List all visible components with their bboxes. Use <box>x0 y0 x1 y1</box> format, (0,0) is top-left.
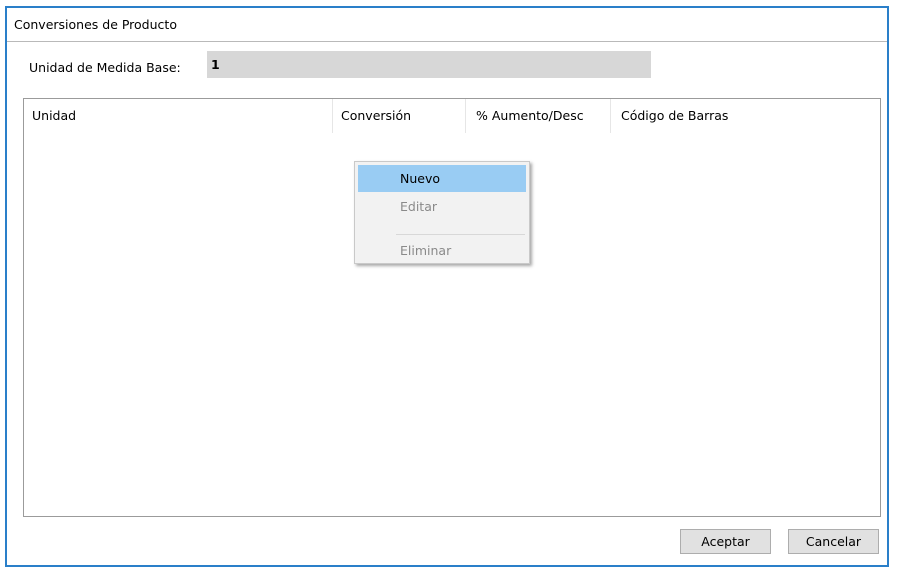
menu-item-editar[interactable]: Editar <box>358 193 526 220</box>
base-unit-field: 1 <box>207 51 651 78</box>
column-header-codigo-barras[interactable]: Código de Barras <box>611 99 880 133</box>
column-header-aumento-desc[interactable]: % Aumento/Desc <box>466 99 611 133</box>
table-header: Unidad Conversión % Aumento/Desc Código … <box>24 99 880 133</box>
menu-separator <box>396 234 525 235</box>
window-title: Conversiones de Producto <box>14 17 177 32</box>
column-header-unidad[interactable]: Unidad <box>24 99 333 133</box>
context-menu: Nuevo Editar Eliminar <box>354 161 530 264</box>
menu-item-eliminar[interactable]: Eliminar <box>358 237 526 264</box>
accept-button[interactable]: Aceptar <box>680 529 771 554</box>
cancel-button[interactable]: Cancelar <box>788 529 879 554</box>
column-header-conversion[interactable]: Conversión <box>333 99 466 133</box>
title-bar: Conversiones de Producto <box>7 8 887 42</box>
base-unit-label: Unidad de Medida Base: <box>29 60 181 75</box>
conversions-dialog: Conversiones de Producto Unidad de Medid… <box>5 6 889 567</box>
menu-item-nuevo[interactable]: Nuevo <box>358 165 526 192</box>
